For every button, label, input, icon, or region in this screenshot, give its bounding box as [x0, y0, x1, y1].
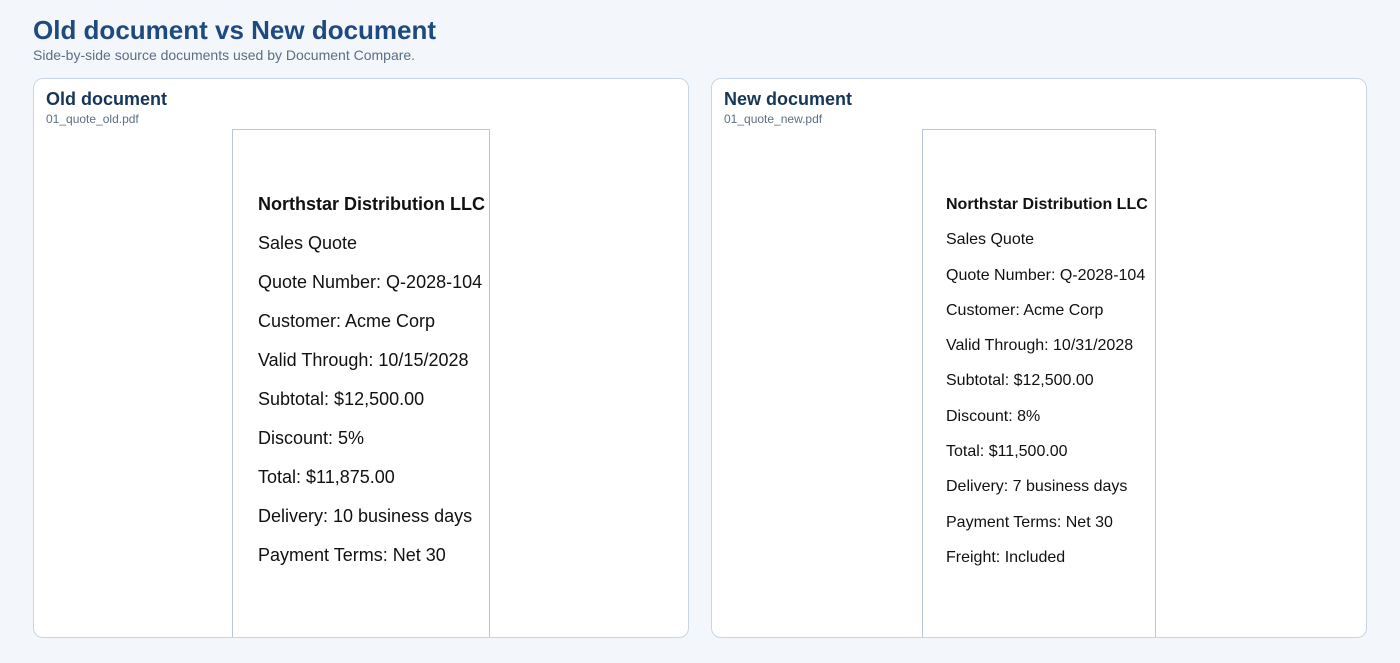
doc-line-payment-terms: Payment Terms: Net 30: [946, 513, 1113, 531]
doc-line-customer: Customer: Acme Corp: [258, 311, 436, 331]
old-document-panel: Old document 01_quote_old.pdf Northstar …: [33, 78, 689, 638]
doc-line-subtotal: Subtotal: $12,500.00: [946, 372, 1094, 390]
old-document-title: Old document: [46, 89, 167, 109]
doc-line-doc-type: Sales Quote: [258, 233, 358, 253]
new-document-filename: 01_quote_new.pdf: [724, 112, 823, 126]
doc-line-company: Northstar Distribution LLC: [946, 196, 1148, 213]
page-title: Old document vs New document: [33, 15, 437, 45]
new-document-title: New document: [724, 89, 853, 109]
new-document-lines: Northstar Distribution LLC Sales Quote Q…: [946, 195, 1148, 583]
page-header: Old document vs New document Side-by-sid…: [33, 14, 436, 64]
doc-line-delivery: Delivery: 10 business days: [258, 506, 473, 526]
doc-line-subtotal: Subtotal: $12,500.00: [258, 389, 425, 409]
new-document-page[interactable]: Northstar Distribution LLC Sales Quote Q…: [922, 129, 1156, 637]
doc-line-doc-type: Sales Quote: [946, 231, 1035, 249]
doc-line-total: Total: $11,875.00: [258, 467, 395, 487]
doc-line-company: Northstar Distribution LLC: [258, 194, 485, 214]
old-document-page[interactable]: Northstar Distribution LLC Sales Quote Q…: [232, 129, 490, 637]
doc-line-payment-terms: Payment Terms: Net 30: [258, 545, 446, 565]
old-document-filename: 01_quote_old.pdf: [46, 112, 139, 126]
doc-line-total: Total: $11,500.00: [946, 443, 1068, 461]
doc-line-delivery: Delivery: 7 business days: [946, 478, 1128, 496]
new-document-panel: New document 01_quote_new.pdf Northstar …: [711, 78, 1367, 638]
doc-line-customer: Customer: Acme Corp: [946, 301, 1104, 319]
doc-line-quote-number: Quote Number: Q-2028-104: [258, 272, 483, 292]
doc-line-discount: Discount: 8%: [946, 407, 1041, 425]
page-subtitle: Side-by-side source documents used by Do…: [33, 47, 416, 63]
doc-line-valid-through: Valid Through: 10/31/2028: [946, 337, 1134, 355]
doc-line-quote-number: Quote Number: Q-2028-104: [946, 266, 1146, 284]
doc-line-valid-through: Valid Through: 10/15/2028: [258, 350, 469, 370]
old-document-lines: Northstar Distribution LLC Sales Quote Q…: [258, 194, 485, 584]
doc-line-discount: Discount: 5%: [258, 428, 365, 448]
doc-line-freight: Freight: Included: [946, 548, 1066, 566]
